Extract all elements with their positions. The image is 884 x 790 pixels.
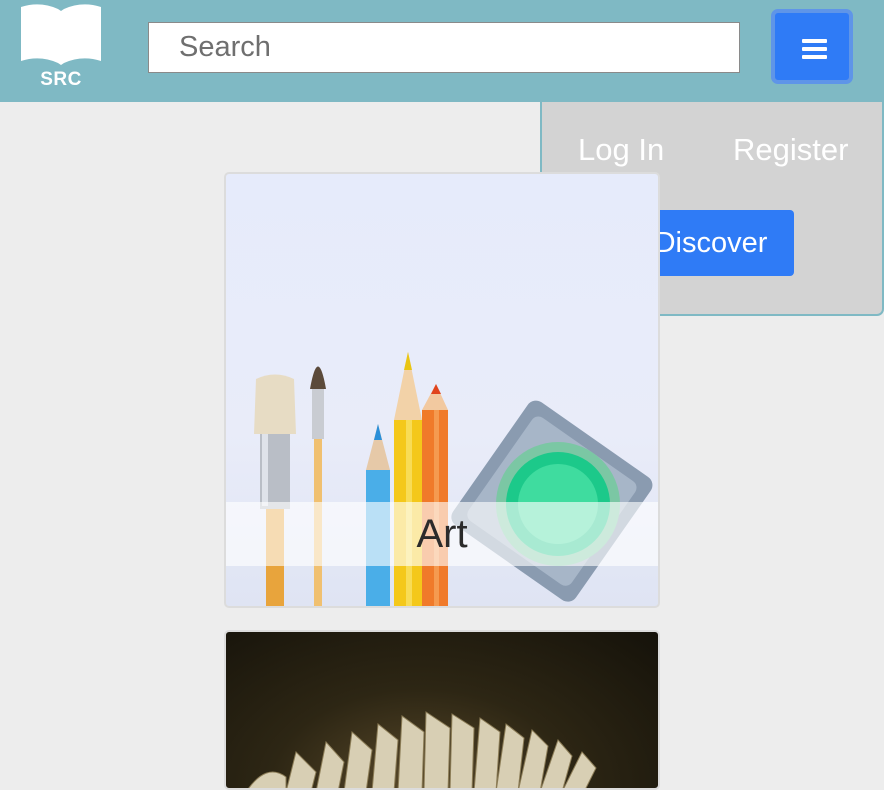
search-input[interactable]	[148, 22, 740, 73]
open-book-icon	[21, 4, 101, 65]
book-pages-image	[248, 711, 597, 788]
top-navbar: SRC	[0, 0, 884, 102]
logo[interactable]: SRC	[18, 3, 104, 93]
login-link[interactable]: Log In	[578, 132, 664, 168]
category-label-band: Art	[226, 502, 658, 566]
category-card-books[interactable]	[224, 630, 660, 790]
register-link[interactable]: Register	[733, 132, 848, 168]
category-label: Art	[416, 512, 468, 556]
menu-toggle-button[interactable]	[771, 9, 853, 84]
logo-text: SRC	[40, 69, 82, 90]
category-card-art[interactable]: Art	[224, 172, 660, 608]
